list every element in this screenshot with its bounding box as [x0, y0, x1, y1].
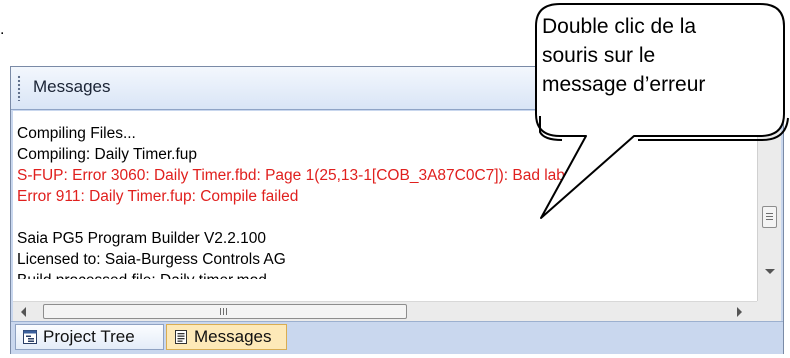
- callout-line: souris sur le: [542, 44, 656, 67]
- callout-text: Double clic de la souris sur le message …: [542, 12, 757, 99]
- callout-line: message d’erreur: [542, 73, 706, 96]
- callout-line: Double clic de la: [542, 15, 697, 38]
